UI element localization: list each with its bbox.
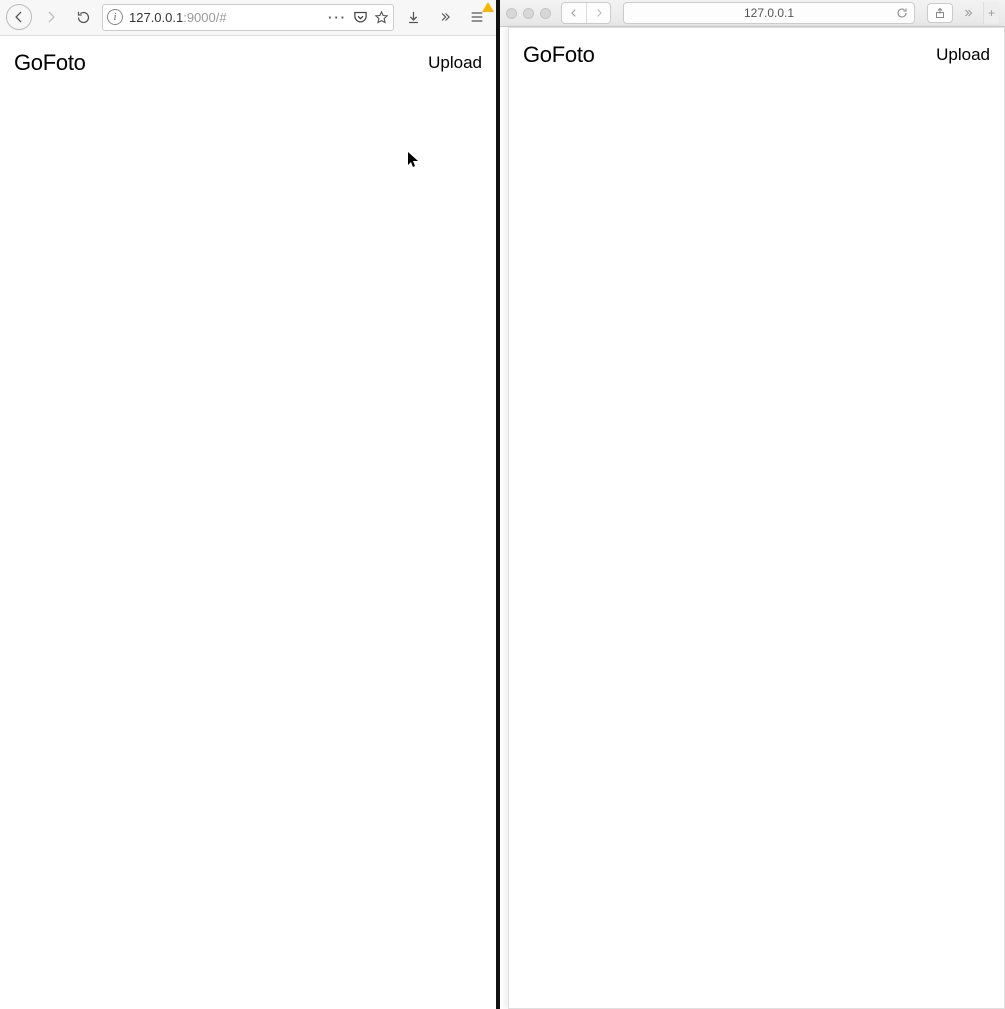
back-button[interactable] [6,4,32,30]
safari-window: 127.0.0.1 + GoFoto Upload [500,0,1005,1009]
upload-button[interactable]: Upload [936,45,990,65]
overflow-button[interactable] [959,7,977,19]
share-button[interactable] [927,3,953,23]
pocket-icon[interactable] [353,10,368,25]
url-bar[interactable]: 127.0.0.1 [623,2,915,24]
page-actions-icon[interactable]: ··· [328,10,347,25]
firefox-toolbar: i 127.0.0.1:9000/# ··· [0,0,496,36]
page-body: GoFoto Upload [0,36,496,1009]
nav-buttons [561,2,611,24]
firefox-window: i 127.0.0.1:9000/# ··· [0,0,500,1009]
minimize-window-button[interactable] [523,8,534,19]
bookmark-star-icon[interactable] [374,10,389,25]
url-bar[interactable]: i 127.0.0.1:9000/# ··· [102,4,394,31]
new-tab-button[interactable]: + [983,2,999,24]
forward-button[interactable] [586,3,610,23]
app-menu-button[interactable] [464,4,490,30]
back-button[interactable] [562,3,586,23]
overflow-button[interactable] [432,4,458,30]
url-text: 127.0.0.1:9000/# [129,10,322,25]
app-title[interactable]: GoFoto [523,42,595,68]
close-window-button[interactable] [506,8,517,19]
app-header: GoFoto Upload [0,36,496,88]
url-text: 127.0.0.1 [744,6,794,20]
warning-badge-icon [482,2,494,12]
page-body: GoFoto Upload [508,27,1005,1009]
window-controls[interactable] [506,8,551,19]
downloads-button[interactable] [400,4,426,30]
app-header: GoFoto Upload [509,28,1004,80]
safari-toolbar: 127.0.0.1 + [500,0,1005,27]
reload-button[interactable] [70,4,96,30]
forward-button [38,4,64,30]
zoom-window-button[interactable] [540,8,551,19]
reload-button[interactable] [896,7,908,19]
upload-button[interactable]: Upload [428,53,482,73]
site-info-icon[interactable]: i [107,9,123,25]
app-title[interactable]: GoFoto [14,50,86,76]
